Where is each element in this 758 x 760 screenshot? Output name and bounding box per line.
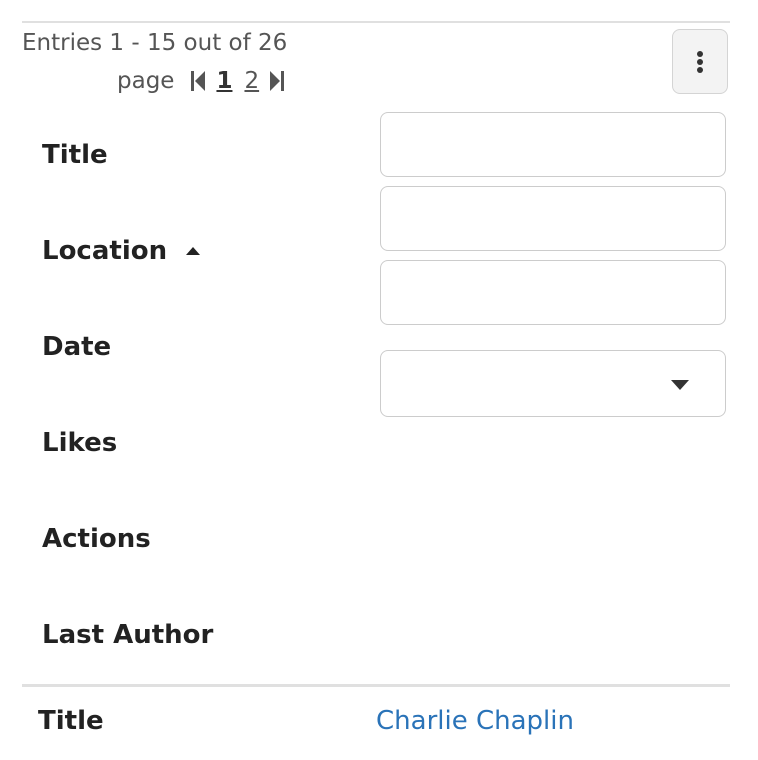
column-header-location[interactable]: Location: [42, 236, 201, 266]
vertical-ellipsis-icon: [696, 50, 704, 74]
column-label-last-author: Last Author: [42, 620, 214, 650]
column-label-location: Location: [42, 236, 168, 266]
column-label-date: Date: [42, 332, 112, 362]
pagination: page 1 2: [117, 66, 289, 96]
likes-filter-select[interactable]: [380, 350, 726, 417]
entries-list-view: Entries 1 - 15 out of 26 page 1 2 Title …: [0, 0, 758, 760]
entry-title-link[interactable]: Charlie Chaplin: [376, 706, 574, 736]
title-filter-input[interactable]: [380, 112, 726, 177]
row-field-label-title: Title: [38, 706, 104, 736]
top-divider: [22, 21, 730, 23]
column-header-title[interactable]: Title: [42, 140, 108, 170]
chevron-down-icon: [670, 379, 690, 391]
column-label-title: Title: [42, 140, 108, 170]
column-header-last-author[interactable]: Last Author: [42, 620, 213, 650]
entries-summary: Entries 1 - 15 out of 26: [22, 30, 288, 56]
page-link-1[interactable]: 1: [216, 68, 232, 94]
row-divider: [22, 684, 730, 687]
column-header-likes[interactable]: Likes: [42, 428, 117, 458]
pagination-label: page: [117, 68, 175, 94]
page-link-2[interactable]: 2: [244, 68, 259, 94]
sort-ascending-icon: [185, 246, 201, 256]
date-filter-input[interactable]: [380, 260, 726, 325]
last-page-icon[interactable]: [269, 69, 285, 93]
column-label-actions: Actions: [42, 524, 151, 554]
first-page-icon[interactable]: [190, 69, 206, 93]
column-header-actions: Actions: [42, 524, 151, 554]
column-label-likes: Likes: [42, 428, 118, 458]
location-filter-input[interactable]: [380, 186, 726, 251]
more-options-button[interactable]: [672, 29, 728, 94]
column-header-date[interactable]: Date: [42, 332, 111, 362]
